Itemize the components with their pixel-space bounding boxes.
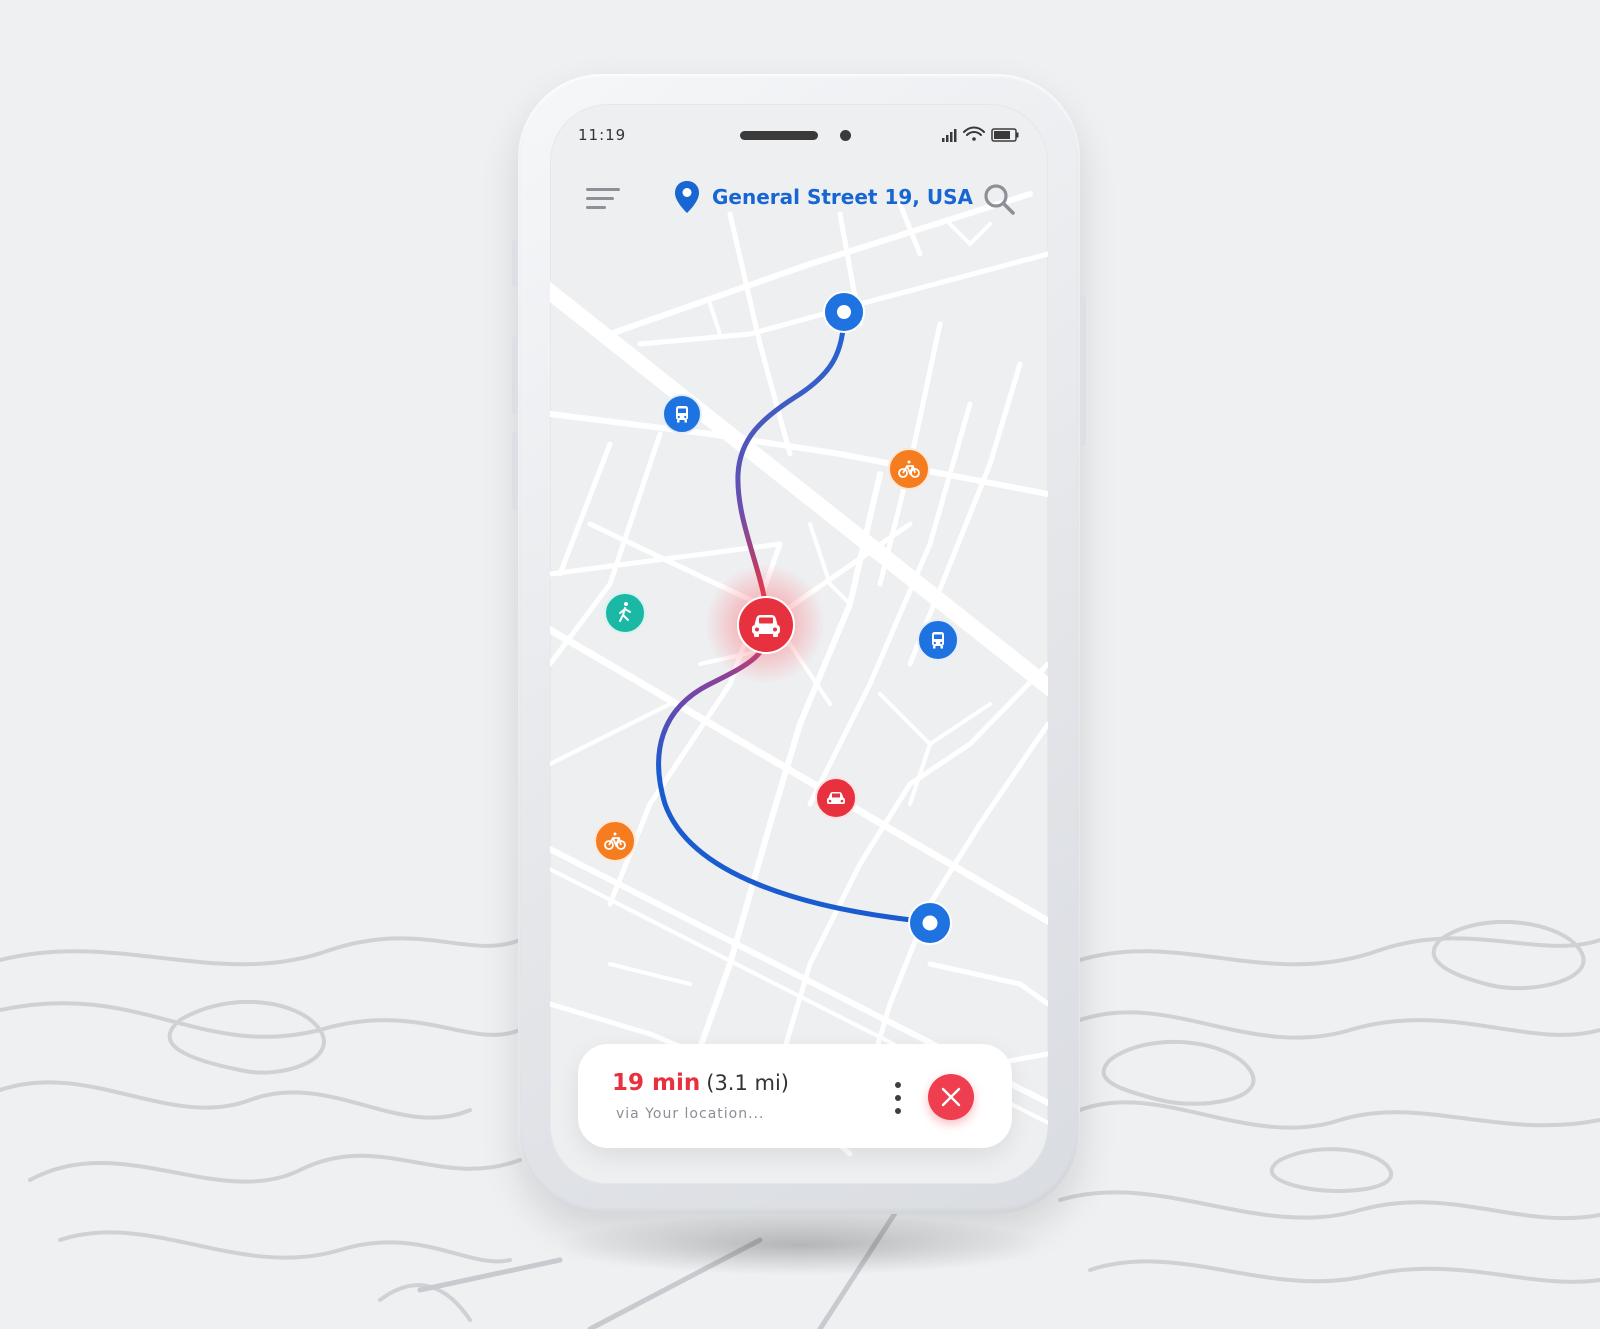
phone-shadow xyxy=(560,1215,1040,1275)
signal-icon xyxy=(942,129,957,142)
front-camera xyxy=(840,130,851,141)
battery-icon xyxy=(991,128,1019,142)
menu-icon[interactable] xyxy=(586,186,622,212)
eta-distance: (3.1 mi) xyxy=(706,1071,789,1095)
trip-info-card[interactable]: 19 min (3.1 mi) via Your location... xyxy=(578,1044,1012,1148)
eta-duration: 19 min xyxy=(612,1070,701,1096)
route-via-text: via Your location... xyxy=(616,1106,765,1122)
street-grid xyxy=(550,191,1048,1157)
status-icons xyxy=(942,126,1019,142)
search-icon[interactable] xyxy=(982,182,1016,216)
status-time: 11:19 xyxy=(578,126,627,144)
location-title[interactable]: General Street 19, USA xyxy=(712,185,973,209)
wifi-icon xyxy=(963,126,985,141)
silent-switch xyxy=(512,432,518,510)
speaker-grille xyxy=(740,131,818,140)
volume-up-button xyxy=(512,239,518,287)
route-end-pin[interactable] xyxy=(907,900,953,946)
header-bar: General Street 19, USA xyxy=(550,174,1048,230)
map-view[interactable] xyxy=(550,104,1048,1184)
car-poi-marker[interactable] xyxy=(815,777,857,819)
phone-screen: 11:19 General Street 19, USA 19 min (3.1… xyxy=(550,104,1048,1184)
close-icon xyxy=(941,1087,961,1107)
bike-marker[interactable] xyxy=(594,820,636,862)
eta-line: 19 min (3.1 mi) xyxy=(612,1070,789,1096)
volume-down-button xyxy=(512,336,518,414)
location-pin-icon xyxy=(675,181,699,213)
route-start-pin[interactable] xyxy=(822,290,866,334)
status-bar: 11:19 xyxy=(550,104,1048,164)
more-options-icon[interactable] xyxy=(888,1080,908,1116)
power-button xyxy=(1080,296,1086,446)
bike-marker[interactable] xyxy=(888,448,930,490)
walking-marker[interactable] xyxy=(604,592,646,634)
bus-stop-marker[interactable] xyxy=(917,619,959,661)
car-marker[interactable] xyxy=(736,595,796,655)
cancel-route-button[interactable] xyxy=(928,1074,974,1120)
bus-stop-marker[interactable] xyxy=(662,394,702,434)
